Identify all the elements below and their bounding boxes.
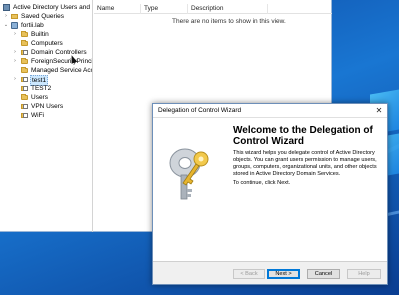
ou-icon [21,86,28,91]
console-tree[interactable]: Active Directory Users and Com › Saved Q… [0,0,93,232]
wizard-content: Welcome to the Delegation of Control Wiz… [229,119,387,261]
tree-item-label: Managed Service Accoun [31,67,93,74]
ou-icon [21,77,28,82]
wizard-continue-hint: To continue, click Next. [233,180,291,186]
folder-icon [21,40,28,46]
chevron-right-icon[interactable]: › [12,30,18,39]
next-button[interactable]: Next > [267,269,300,279]
ou-icon [21,113,28,118]
tree-item-label: VPN Users [31,103,64,110]
folder-icon [21,31,28,37]
domain-icon [11,22,18,29]
list-header: Name Type Description [94,4,332,14]
delegation-wizard-dialog: Delegation of Control Wizard ✕ Welcome t… [152,103,388,285]
aduc-icon [3,4,10,11]
folder-icon [21,67,28,73]
folder-icon [21,58,28,64]
tree-root-label: Active Directory Users and Com [13,4,92,11]
help-button[interactable]: Help [347,269,381,279]
chevron-right-icon[interactable]: › [12,75,18,84]
tree-item-label: ForeignSecurityPrincipals [31,58,93,65]
folder-icon [11,14,18,19]
ou-icon [21,50,28,55]
chevron-down-icon[interactable]: ⌄ [3,21,9,30]
dialog-title: Delegation of Control Wizard [158,107,242,114]
wizard-footer: < Back Next > Cancel Help [153,261,387,284]
tree-item-label: Builtin [31,31,49,38]
cancel-button[interactable]: Cancel [307,269,340,279]
close-icon[interactable]: ✕ [373,105,385,116]
wizard-art-panel [153,119,229,261]
tree-item-label: TEST2 [31,85,52,92]
tree-item-label: Computers [31,40,63,47]
tree-item-label: fortii.lab [21,22,44,29]
dialog-titlebar[interactable]: Delegation of Control Wizard ✕ [153,104,387,118]
keys-icon [169,148,209,200]
chevron-right-icon[interactable]: › [3,12,9,21]
folder-icon [21,94,28,100]
column-header-type[interactable]: Type [141,4,188,14]
column-header-name[interactable]: Name [94,4,141,14]
tree-item-label: Saved Queries [21,13,64,20]
wizard-description: This wizard helps you delegate control o… [233,150,377,177]
ou-icon [21,104,28,109]
column-header-description[interactable]: Description [188,4,268,14]
empty-list-message: There are no items to show in this view. [172,18,286,25]
tree-item-label: WiFi [31,112,44,119]
wizard-heading: Welcome to the Delegation of Control Wiz… [233,125,373,147]
back-button[interactable]: < Back [233,269,265,279]
tree-item-label: Domain Controllers [31,49,87,56]
chevron-right-icon[interactable]: › [12,57,18,66]
chevron-right-icon[interactable]: › [12,48,18,57]
tree-item-label: Users [31,94,48,101]
